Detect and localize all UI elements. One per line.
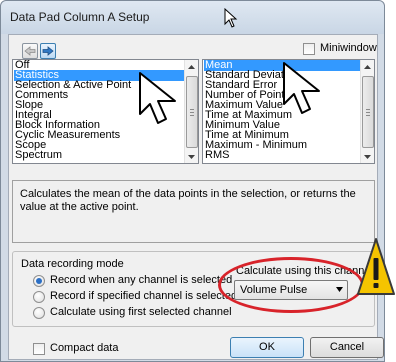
record-any-channel-radio[interactable]: [33, 275, 45, 287]
forward-button[interactable]: [40, 43, 56, 59]
radio-label[interactable]: Record if specified channel is selected: [50, 290, 237, 302]
compact-data-label[interactable]: Compact data: [50, 342, 118, 354]
mouse-cursor-icon: [139, 72, 176, 124]
warning-icon: [357, 238, 395, 295]
miniwindow-label: Miniwindow: [320, 42, 377, 54]
back-button[interactable]: [22, 43, 38, 59]
compact-data-checkbox[interactable]: [33, 343, 45, 355]
dialog-client-area: Miniwindow Off Statistics Selection & Ac…: [8, 34, 384, 360]
cancel-button[interactable]: Cancel: [310, 337, 384, 358]
mouse-cursor-icon: [224, 8, 238, 28]
mouse-cursor-icon: [283, 62, 320, 114]
window-title: Data Pad Column A Setup: [10, 10, 150, 24]
scroll-thumb[interactable]: [362, 76, 374, 148]
right-list-scrollbar[interactable]: [360, 60, 374, 163]
radio-label[interactable]: Calculate using first selected channel: [50, 306, 232, 318]
dialog-window: Data Pad Column A Setup Miniwindow Off S…: [0, 0, 385, 362]
scroll-up-icon[interactable]: [361, 60, 374, 73]
scroll-thumb[interactable]: [186, 76, 198, 148]
radio-label[interactable]: Record when any channel is selected: [50, 274, 232, 286]
group-label: Data recording mode: [21, 258, 124, 270]
description-text: Calculates the mean of the data points i…: [20, 188, 356, 213]
calculate-first-channel-radio[interactable]: [33, 307, 45, 319]
scroll-down-icon[interactable]: [361, 150, 374, 163]
back-arrow-icon: [24, 46, 36, 56]
ok-button[interactable]: OK: [230, 337, 304, 358]
description-panel: Calculates the mean of the data points i…: [12, 180, 375, 243]
title-bar[interactable]: Data Pad Column A Setup: [1, 1, 384, 34]
scroll-up-icon[interactable]: [185, 60, 198, 73]
miniwindow-checkbox[interactable]: [303, 43, 315, 55]
forward-arrow-icon: [42, 46, 54, 56]
record-specified-channel-radio[interactable]: [33, 291, 45, 303]
scroll-down-icon[interactable]: [185, 150, 198, 163]
highlight-ring: [218, 257, 364, 313]
list-item[interactable]: RMS: [204, 150, 361, 161]
list-item[interactable]: Spectrum: [14, 150, 185, 161]
left-list-scrollbar[interactable]: [184, 60, 198, 163]
